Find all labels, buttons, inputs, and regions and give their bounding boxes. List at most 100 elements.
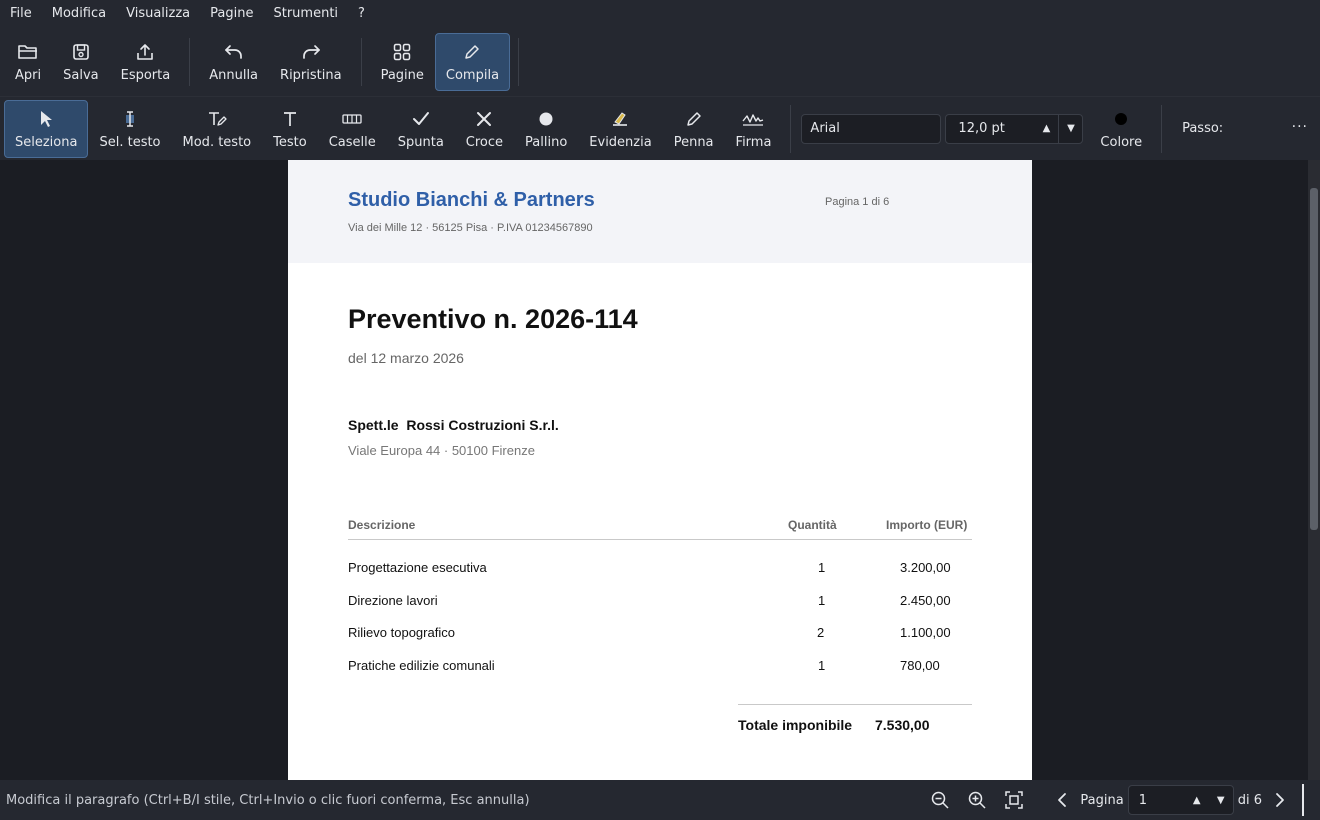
increment-arrow-icon[interactable]: ▲ bbox=[1185, 786, 1209, 814]
signature-tool-label: Firma bbox=[735, 134, 772, 150]
column-header-quantity: Quantità bbox=[788, 518, 837, 532]
total-divider bbox=[738, 704, 972, 705]
fill-label: Compila bbox=[445, 68, 500, 83]
font-size-field[interactable]: 12,0 pt ▲ ▼ bbox=[945, 113, 1084, 144]
highlight-tool-label: Evidenzia bbox=[589, 134, 652, 150]
status-hint: Modifica il paragrafo (Ctrl+B/I stile, C… bbox=[6, 792, 530, 808]
dot-tool-button[interactable]: Pallino bbox=[514, 100, 578, 158]
more-options-button[interactable]: ··· bbox=[1292, 119, 1308, 135]
recipient-name[interactable]: Spett.le Rossi Costruzioni S.r.l. bbox=[348, 417, 559, 433]
font-size-value: 12,0 pt bbox=[958, 121, 1005, 136]
next-page-icon[interactable] bbox=[1266, 786, 1294, 814]
recipient-address[interactable]: Viale Europa 44 · 50100 Firenze bbox=[348, 443, 535, 458]
undo-label: Annulla bbox=[209, 68, 259, 83]
folder-open-icon bbox=[17, 41, 39, 63]
page-number-value: 1 bbox=[1138, 792, 1147, 808]
decrement-arrow-icon[interactable]: ▼ bbox=[1058, 114, 1082, 143]
checkmark-icon bbox=[410, 108, 432, 130]
increment-arrow-icon[interactable]: ▲ bbox=[1034, 115, 1058, 143]
signature-icon bbox=[742, 108, 764, 130]
menu-file[interactable]: File bbox=[0, 0, 42, 28]
grid-icon bbox=[391, 41, 413, 63]
undo-icon bbox=[223, 41, 245, 63]
table-cell-quantity[interactable]: 1 bbox=[818, 658, 825, 673]
previous-page-icon[interactable] bbox=[1048, 786, 1076, 814]
comb-boxes-icon bbox=[341, 108, 363, 130]
menu-modifica[interactable]: Modifica bbox=[42, 0, 116, 28]
undo-button[interactable]: Annulla bbox=[198, 33, 269, 91]
signature-tool-button[interactable]: Firma bbox=[725, 100, 783, 158]
font-family-field[interactable]: Arial bbox=[801, 113, 942, 144]
pen-tool-button[interactable]: Penna bbox=[663, 100, 725, 158]
check-tool-button[interactable]: Spunta bbox=[387, 100, 455, 158]
table-cell-description[interactable]: Progettazione esecutiva bbox=[348, 560, 487, 575]
document-page: Studio Bianchi & Partners Via dei Mille … bbox=[288, 160, 1032, 780]
dot-icon bbox=[535, 108, 557, 130]
save-icon bbox=[70, 41, 92, 63]
menu-pagine[interactable]: Pagine bbox=[200, 0, 263, 28]
table-cell-amount[interactable]: 780,00 bbox=[900, 658, 940, 673]
export-button[interactable]: Esporta bbox=[110, 33, 182, 91]
table-cell-description[interactable]: Direzione lavori bbox=[348, 593, 438, 608]
fill-button[interactable]: Compila bbox=[434, 33, 511, 91]
cross-tool-label: Croce bbox=[465, 134, 504, 150]
page-total: di 6 bbox=[1237, 792, 1262, 808]
table-cell-amount[interactable]: 3.200,00 bbox=[900, 560, 951, 575]
fit-page-icon[interactable] bbox=[1000, 786, 1028, 814]
page-navigation: Pagina 1 ▲ ▼ di 6 bbox=[926, 780, 1320, 820]
table-cell-quantity[interactable]: 2 bbox=[817, 625, 824, 640]
highlight-tool-button[interactable]: Evidenzia bbox=[578, 100, 662, 158]
decrement-arrow-icon[interactable]: ▼ bbox=[1209, 786, 1233, 814]
total-label[interactable]: Totale imponibile bbox=[738, 717, 852, 733]
menu-help[interactable]: ? bbox=[348, 0, 375, 28]
table-cell-quantity[interactable]: 1 bbox=[818, 593, 825, 608]
export-label: Esporta bbox=[120, 68, 171, 83]
pen-tool-label: Penna bbox=[673, 134, 714, 150]
check-tool-label: Spunta bbox=[397, 134, 444, 150]
menu-strumenti[interactable]: Strumenti bbox=[263, 0, 348, 28]
table-cell-description[interactable]: Pratiche edilizie comunali bbox=[348, 658, 495, 673]
column-header-description: Descrizione bbox=[348, 518, 416, 532]
page-number-field[interactable]: 1 ▲ ▼ bbox=[1127, 785, 1234, 815]
edit-text-tool-button[interactable]: Mod. testo bbox=[172, 100, 263, 158]
table-cell-amount[interactable]: 1.100,00 bbox=[900, 625, 951, 640]
redo-icon bbox=[300, 41, 322, 63]
color-label: Colore bbox=[1100, 134, 1143, 150]
pages-button[interactable]: Pagine bbox=[370, 33, 435, 91]
redo-button[interactable]: Ripristina bbox=[269, 33, 353, 91]
redo-label: Ripristina bbox=[280, 68, 342, 83]
save-button[interactable]: Salva bbox=[52, 33, 110, 91]
document-viewport: Studio Bianchi & Partners Via dei Mille … bbox=[0, 160, 1320, 780]
table-cell-description[interactable]: Rilievo topografico bbox=[348, 625, 455, 640]
zoom-in-icon[interactable] bbox=[963, 786, 991, 814]
select-tool-label: Seleziona bbox=[15, 134, 78, 150]
menu-visualizza[interactable]: Visualizza bbox=[116, 0, 200, 28]
text-tool-button[interactable]: Testo bbox=[262, 100, 318, 158]
cross-tool-button[interactable]: Croce bbox=[455, 100, 514, 158]
total-value[interactable]: 7.530,00 bbox=[875, 717, 930, 733]
boxes-tool-button[interactable]: Caselle bbox=[318, 100, 387, 158]
toolbar-separator bbox=[360, 38, 362, 86]
pencil-icon bbox=[461, 41, 483, 63]
color-button[interactable]: Colore bbox=[1089, 100, 1153, 158]
document-title[interactable]: Preventivo n. 2026-114 bbox=[348, 304, 638, 335]
table-cell-amount[interactable]: 2.450,00 bbox=[900, 593, 951, 608]
zoom-out-icon[interactable] bbox=[926, 786, 954, 814]
select-tool-button[interactable]: Seleziona bbox=[4, 99, 89, 158]
color-swatch-icon bbox=[1110, 108, 1132, 130]
cursor-arrow-icon bbox=[35, 108, 57, 130]
main-toolbar: Apri Salva Esporta Annulla Ripristina Pa… bbox=[0, 28, 1320, 96]
scrollbar-thumb[interactable] bbox=[1310, 188, 1318, 530]
column-header-amount: Importo (EUR) bbox=[886, 518, 968, 532]
select-text-tool-label: Sel. testo bbox=[99, 134, 161, 150]
open-label: Apri bbox=[15, 68, 42, 83]
select-text-tool-button[interactable]: Sel. testo bbox=[88, 100, 171, 158]
export-icon bbox=[134, 41, 156, 63]
cross-icon bbox=[473, 108, 495, 130]
open-button[interactable]: Apri bbox=[4, 33, 52, 91]
toolbar-separator bbox=[518, 38, 520, 86]
document-date[interactable]: del 12 marzo 2026 bbox=[348, 350, 464, 366]
text-cursor-icon bbox=[119, 108, 141, 130]
vertical-scrollbar[interactable] bbox=[1308, 160, 1320, 780]
table-cell-quantity[interactable]: 1 bbox=[818, 560, 825, 575]
